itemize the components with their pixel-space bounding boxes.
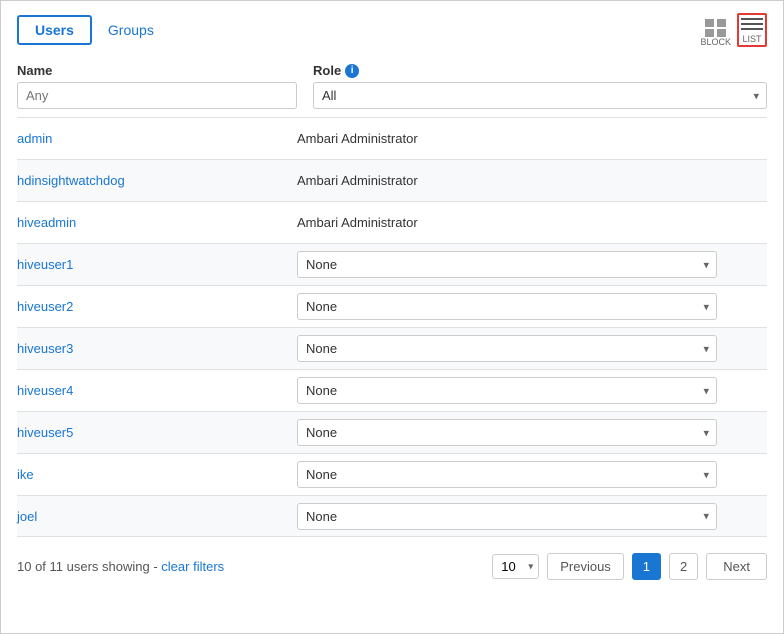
user-role-select[interactable]: NoneAmbari AdministratorCluster Operator… (297, 461, 717, 488)
user-name-link[interactable]: hiveuser5 (17, 417, 297, 448)
user-name-link[interactable]: ike (17, 459, 297, 490)
tab-users[interactable]: Users (17, 15, 92, 45)
name-filter-label: Name (17, 63, 297, 78)
filter-row: Name Role i All Ambari Administrator Non… (17, 63, 767, 109)
tabs-row: Users Groups BLOCK LIST (17, 13, 767, 47)
block-icon (705, 19, 727, 37)
user-role-select[interactable]: NoneAmbari AdministratorCluster Operator… (297, 251, 717, 278)
table-row: hiveadminAmbari Administrator (17, 201, 767, 243)
user-role-cell: NoneAmbari AdministratorCluster Operator… (297, 245, 767, 284)
user-name-link[interactable]: admin (17, 123, 297, 154)
footer-info: 10 of 11 users showing - clear filters (17, 559, 224, 574)
table-row: hiveuser2NoneAmbari AdministratorCluster… (17, 285, 767, 327)
user-role-cell: Ambari Administrator (297, 209, 767, 236)
user-role-text: Ambari Administrator (297, 173, 418, 188)
user-role-cell: NoneAmbari AdministratorCluster Operator… (297, 329, 767, 368)
user-role-cell: NoneAmbari AdministratorCluster Operator… (297, 413, 767, 452)
user-role-select-wrapper: NoneAmbari AdministratorCluster Operator… (297, 293, 717, 320)
view-icons: BLOCK LIST (700, 13, 767, 47)
previous-button[interactable]: Previous (547, 553, 624, 580)
user-role-select[interactable]: NoneAmbari AdministratorCluster Operator… (297, 335, 717, 362)
pagination: 10 25 50 ▾ Previous 1 2 Next (492, 553, 767, 580)
block-label: BLOCK (700, 37, 731, 47)
role-filter-select-wrapper: All Ambari Administrator None ▾ (313, 82, 767, 109)
user-role-select[interactable]: NoneAmbari AdministratorCluster Operator… (297, 293, 717, 320)
next-button[interactable]: Next (706, 553, 767, 580)
user-role-select[interactable]: NoneAmbari AdministratorCluster Operator… (297, 503, 717, 530)
name-search-input[interactable] (17, 82, 297, 109)
user-role-select-wrapper: NoneAmbari AdministratorCluster Operator… (297, 461, 717, 488)
role-filter-col: Role i All Ambari Administrator None ▾ (313, 63, 767, 109)
user-list: adminAmbari Administratorhdinsightwatchd… (17, 117, 767, 537)
per-page-select-wrapper: 10 25 50 ▾ (492, 554, 539, 579)
clear-filters-link[interactable]: clear filters (161, 559, 224, 574)
list-label: LIST (742, 34, 761, 44)
role-info-icon[interactable]: i (345, 64, 359, 78)
user-role-cell: NoneAmbari AdministratorCluster Operator… (297, 497, 767, 536)
table-row: hiveuser5NoneAmbari AdministratorCluster… (17, 411, 767, 453)
user-role-select-wrapper: NoneAmbari AdministratorCluster Operator… (297, 251, 717, 278)
tab-groups[interactable]: Groups (108, 22, 154, 38)
user-name-link[interactable]: hiveuser3 (17, 333, 297, 364)
block-view-button[interactable]: BLOCK (700, 19, 731, 47)
role-filter-label: Role i (313, 63, 767, 78)
per-page-select[interactable]: 10 25 50 (492, 554, 539, 579)
user-role-cell: NoneAmbari AdministratorCluster Operator… (297, 371, 767, 410)
table-row: joelNoneAmbari AdministratorCluster Oper… (17, 495, 767, 537)
showing-text: 10 of 11 users showing - (17, 559, 161, 574)
footer: 10 of 11 users showing - clear filters 1… (17, 553, 767, 580)
page-2-button[interactable]: 2 (669, 553, 698, 580)
role-filter-select[interactable]: All Ambari Administrator None (313, 82, 767, 109)
user-name-link[interactable]: hiveadmin (17, 207, 297, 238)
user-role-select-wrapper: NoneAmbari AdministratorCluster Operator… (297, 377, 717, 404)
user-role-select-wrapper: NoneAmbari AdministratorCluster Operator… (297, 419, 717, 446)
user-name-link[interactable]: hdinsightwatchdog (17, 165, 297, 196)
user-role-cell: Ambari Administrator (297, 125, 767, 152)
user-role-text: Ambari Administrator (297, 131, 418, 146)
table-row: ikeNoneAmbari AdministratorCluster Opera… (17, 453, 767, 495)
page-1-button[interactable]: 1 (632, 553, 661, 580)
user-name-link[interactable]: hiveuser4 (17, 375, 297, 406)
tabs-left: Users Groups (17, 15, 154, 45)
name-filter-col: Name (17, 63, 297, 109)
table-row: adminAmbari Administrator (17, 117, 767, 159)
user-name-link[interactable]: hiveuser1 (17, 249, 297, 280)
user-name-link[interactable]: joel (17, 501, 297, 532)
list-icon (741, 16, 763, 34)
user-role-cell: NoneAmbari AdministratorCluster Operator… (297, 287, 767, 326)
table-row: hdinsightwatchdogAmbari Administrator (17, 159, 767, 201)
user-name-link[interactable]: hiveuser2 (17, 291, 297, 322)
user-role-select-wrapper: NoneAmbari AdministratorCluster Operator… (297, 335, 717, 362)
user-role-cell: Ambari Administrator (297, 167, 767, 194)
user-role-select[interactable]: NoneAmbari AdministratorCluster Operator… (297, 419, 717, 446)
list-view-button[interactable]: LIST (737, 13, 767, 47)
table-row: hiveuser3NoneAmbari AdministratorCluster… (17, 327, 767, 369)
user-role-cell: NoneAmbari AdministratorCluster Operator… (297, 455, 767, 494)
user-role-text: Ambari Administrator (297, 215, 418, 230)
table-row: hiveuser4NoneAmbari AdministratorCluster… (17, 369, 767, 411)
user-role-select-wrapper: NoneAmbari AdministratorCluster Operator… (297, 503, 717, 530)
table-row: hiveuser1NoneAmbari AdministratorCluster… (17, 243, 767, 285)
user-role-select[interactable]: NoneAmbari AdministratorCluster Operator… (297, 377, 717, 404)
